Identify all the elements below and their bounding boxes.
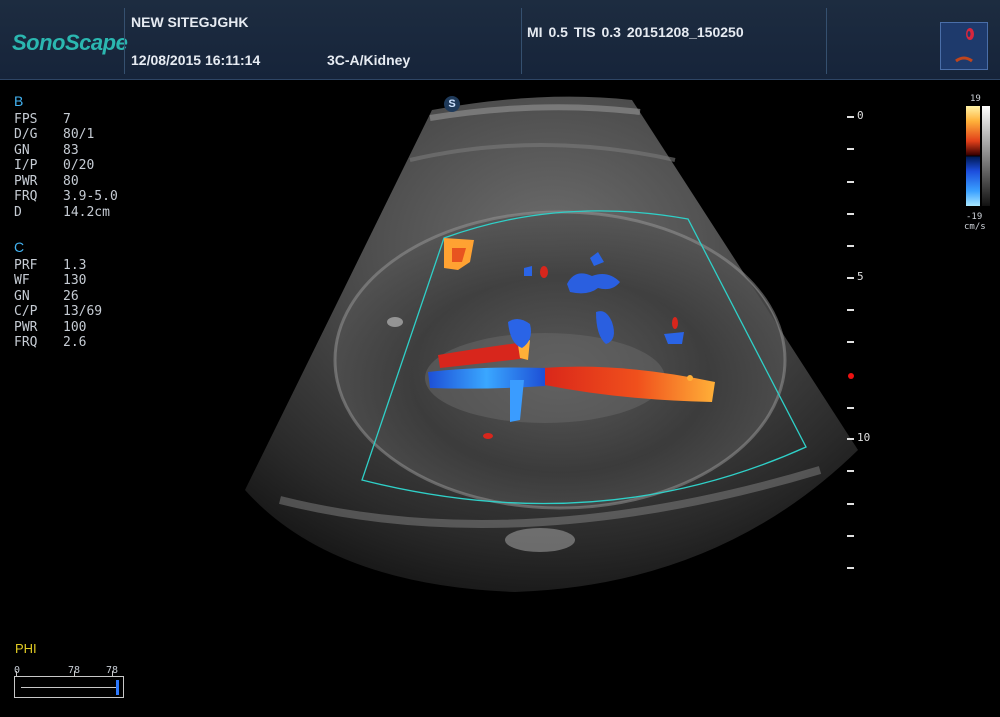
ultrasound-image[interactable] — [0, 0, 1000, 717]
depth-tick — [847, 181, 854, 183]
depth-tick — [847, 535, 854, 537]
focus-marker[interactable] — [848, 373, 854, 379]
gray-scale-bar — [982, 106, 990, 206]
phi-min-label: 0 — [14, 665, 21, 676]
color-bar-max: 19 — [970, 94, 981, 104]
red-flow-spot — [687, 375, 693, 381]
bright-echo — [505, 528, 575, 552]
depth-label: 0 — [857, 109, 864, 122]
depth-tick — [847, 407, 854, 409]
red-flow-spot — [540, 266, 548, 278]
phi-label: PHI — [15, 641, 37, 656]
red-flow-spot — [672, 317, 678, 329]
depth-tick — [847, 503, 854, 505]
s-badge: S — [444, 96, 460, 112]
depth-tick — [847, 470, 854, 472]
bright-echo — [387, 317, 403, 327]
depth-label: 5 — [857, 270, 864, 283]
depth-tick — [847, 245, 854, 247]
depth-tick — [847, 438, 854, 440]
depth-tick — [847, 213, 854, 215]
color-bar-unit: cm/s — [964, 222, 986, 232]
color-bar-min: -19 — [966, 212, 983, 222]
depth-tick — [847, 341, 854, 343]
red-flow-spot — [483, 433, 493, 439]
phi-track — [21, 687, 117, 688]
depth-tick — [847, 567, 854, 569]
velocity-color-bar — [966, 106, 980, 206]
depth-label: 10 — [857, 431, 871, 444]
depth-tick — [847, 277, 854, 279]
depth-tick — [847, 116, 854, 118]
phi-slider-handle[interactable] — [116, 680, 119, 695]
blue-flow-vessel — [428, 367, 545, 389]
depth-tick — [847, 148, 854, 150]
phi-slider[interactable] — [14, 676, 124, 698]
depth-tick — [847, 309, 854, 311]
